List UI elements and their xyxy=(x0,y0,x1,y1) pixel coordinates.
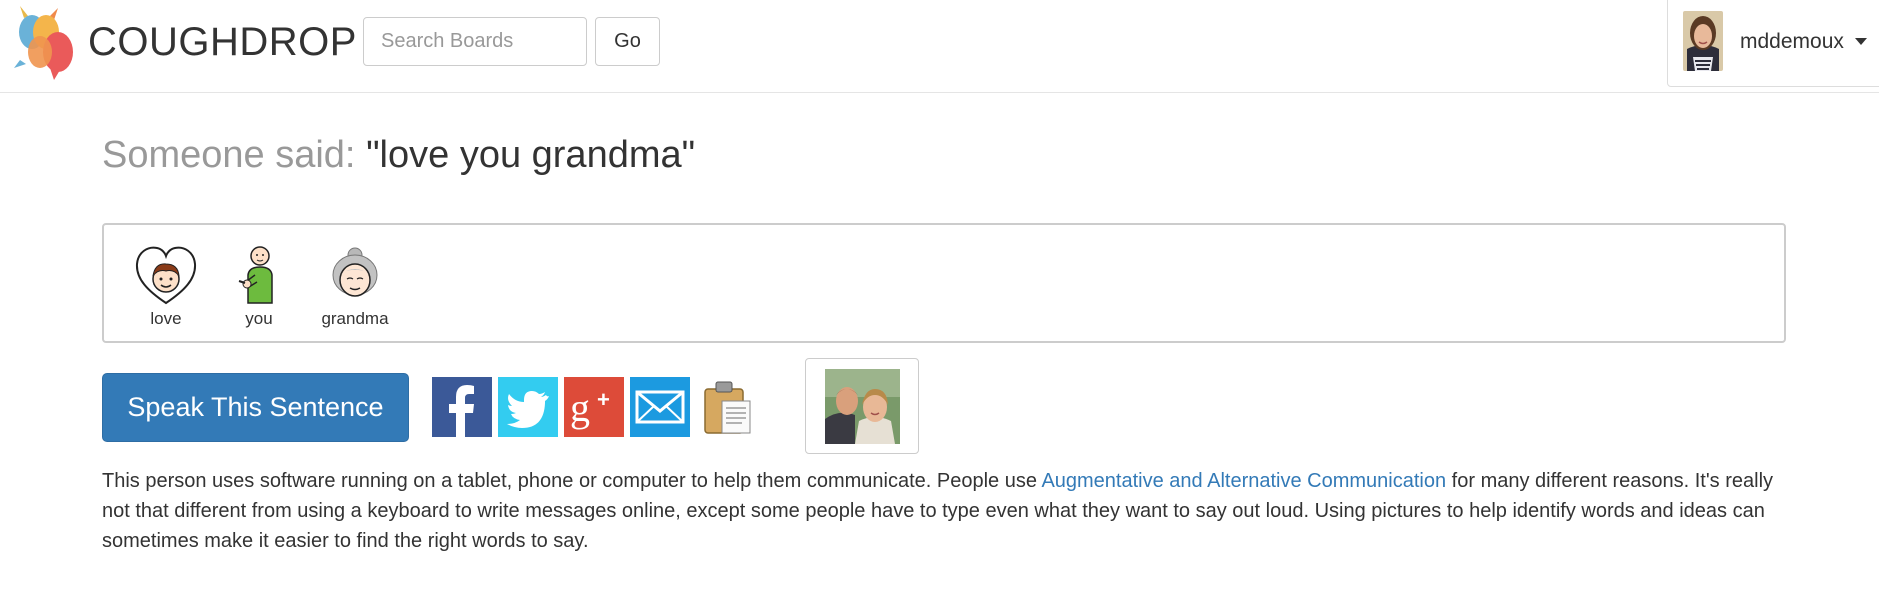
user-menu-dropdown[interactable]: mddemoux xyxy=(1667,0,1879,87)
user-photo-thumbnail[interactable] xyxy=(805,358,919,454)
word-label: love xyxy=(150,309,182,328)
grandma-icon xyxy=(332,247,378,297)
top-navbar: COUGHDROP Go mddemoux xyxy=(0,0,1879,93)
info-text-part1: This person uses software running on a t… xyxy=(102,470,1042,492)
svg-text:g: g xyxy=(570,385,590,430)
page-title: Someone said: "love you grandma" xyxy=(102,134,695,177)
app-name: COUGHDROP xyxy=(88,19,357,64)
clipboard-icon[interactable] xyxy=(702,377,754,437)
word-label: you xyxy=(245,309,273,328)
google-plus-icon[interactable]: g + xyxy=(564,377,624,437)
word-button-you[interactable]: you xyxy=(214,245,304,335)
heart-boy-icon xyxy=(135,246,197,305)
person-pointing-icon xyxy=(238,246,273,304)
word-button-grandma[interactable]: grandma xyxy=(310,245,400,335)
said-label: Someone said: xyxy=(102,134,356,176)
sentence-box: love you grandma xyxy=(102,223,1786,343)
caret-down-icon xyxy=(1855,38,1867,45)
aac-info-text: This person uses software running on a t… xyxy=(102,466,1802,556)
user-photo-icon xyxy=(1683,11,1723,71)
go-button[interactable]: Go xyxy=(595,17,660,66)
word-label: grandma xyxy=(321,309,389,328)
aac-info-link[interactable]: Augmentative and Alternative Communicati… xyxy=(1041,470,1446,492)
photo-image xyxy=(825,369,900,444)
home-link[interactable]: COUGHDROP xyxy=(10,2,357,82)
coughdrop-logo-icon xyxy=(14,6,73,80)
avatar xyxy=(1683,11,1723,71)
speak-sentence-button[interactable]: Speak This Sentence xyxy=(102,373,409,442)
svg-text:+: + xyxy=(597,387,610,412)
couple-photo-icon xyxy=(825,369,900,444)
facebook-icon[interactable] xyxy=(432,377,492,437)
twitter-icon[interactable] xyxy=(498,377,558,437)
search-boards-input[interactable] xyxy=(363,17,587,66)
word-button-love[interactable]: love xyxy=(121,245,211,335)
said-quote: "love you grandma" xyxy=(366,134,696,176)
email-icon[interactable] xyxy=(630,377,690,437)
username: mddemoux xyxy=(1740,30,1844,53)
